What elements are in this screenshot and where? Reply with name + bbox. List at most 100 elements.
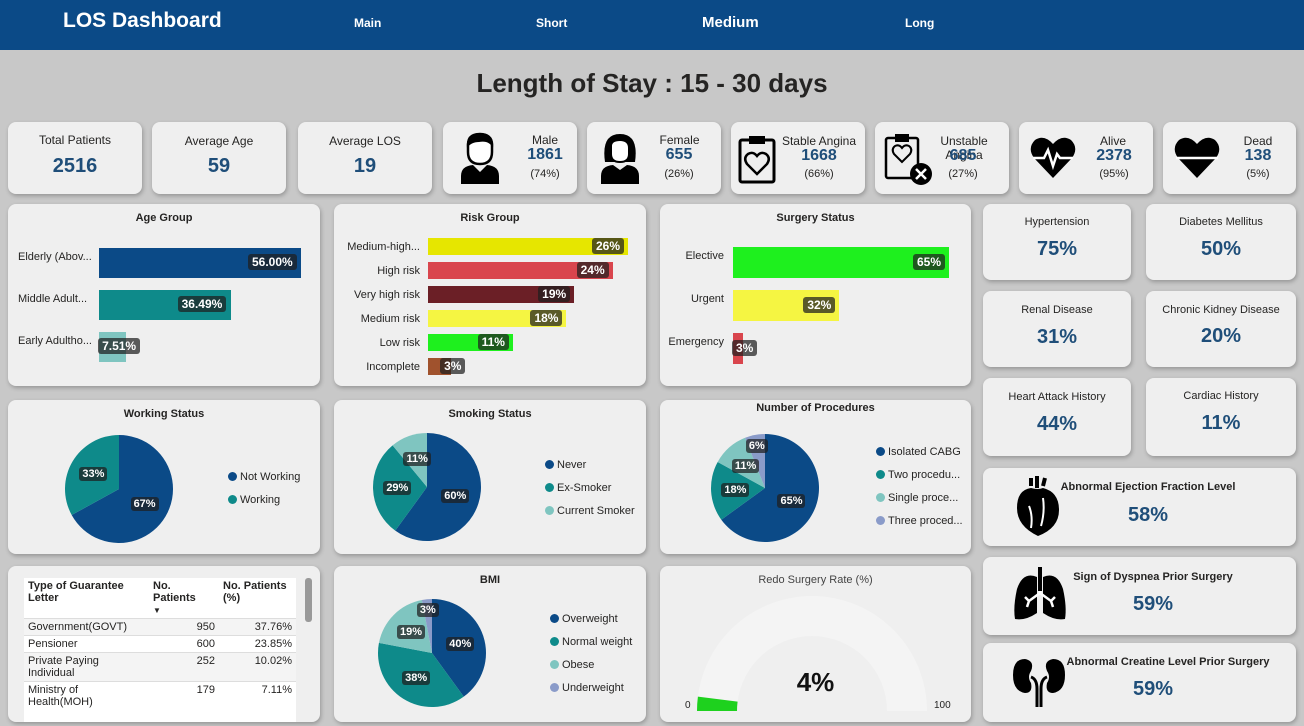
- cardiac-history-card: Cardiac History 11%: [1146, 378, 1296, 456]
- guarantee-letter-table: Type of Guarantee Letter No. Patients ▼ N…: [8, 566, 320, 722]
- data-label: 3%: [731, 340, 758, 356]
- column-header[interactable]: No. Patients (%): [219, 578, 296, 619]
- bar-category-label: Very high risk: [353, 289, 420, 301]
- legend-dot: [876, 516, 885, 525]
- data-label: 60%: [441, 489, 470, 504]
- kpi-percent: (26%): [664, 168, 694, 180]
- kpi-label: Stable Angina: [781, 134, 857, 148]
- table-row[interactable]: Private Paying Individual 252 10.02%: [24, 652, 296, 682]
- kpi-label: Male: [531, 133, 558, 147]
- kpi-unstable-angina: Unstable Angina 685 (27%): [875, 122, 1009, 194]
- tab-main[interactable]: Main: [354, 16, 381, 30]
- kpi-label: Average Age: [184, 134, 254, 148]
- data-label: 19%: [538, 286, 571, 302]
- sort-desc-icon[interactable]: ▼: [153, 606, 161, 615]
- legend-dot: [545, 460, 554, 469]
- data-label: 6%: [745, 438, 768, 453]
- kpi-average-age: Average Age 59: [152, 122, 286, 194]
- card-value: 59%: [1132, 678, 1174, 700]
- legend-dot: [228, 495, 237, 504]
- bar-category-label: Low risk: [379, 337, 420, 349]
- table-cell: Pensioner: [28, 638, 78, 650]
- table-container: Type of Guarantee Letter No. Patients ▼ N…: [24, 578, 296, 722]
- renal-disease-card: Renal Disease 31%: [983, 291, 1131, 367]
- legend-dot: [550, 683, 559, 692]
- card-value: 20%: [1200, 325, 1242, 347]
- card-label: Heart Attack History: [1008, 391, 1106, 403]
- risk-group-chart: Risk Group Medium-high... 26% High risk 24%…: [334, 204, 646, 386]
- card-label: Sign of Dyspnea Prior Surgery: [1073, 571, 1233, 583]
- kpi-alive: Alive 2378 (95%): [1019, 122, 1153, 194]
- legend-item: Three proced...: [876, 515, 963, 527]
- table-row[interactable]: Government(GOVT) 950 37.76%: [24, 618, 296, 636]
- data-label: 11%: [477, 334, 509, 350]
- legend-dot: [545, 506, 554, 515]
- legend-dot: [228, 472, 237, 481]
- legend-item: Isolated CABG: [876, 446, 961, 458]
- ejection-fraction-card: Abnormal Ejection Fraction Level 58%: [983, 468, 1296, 546]
- bar-category-label: Emergency: [668, 336, 724, 348]
- bar-category-label: Early Adultho...: [18, 335, 92, 347]
- pie-svg: [373, 433, 481, 541]
- working-status-chart: Working Status 67% Not Working 33% Working: [8, 400, 320, 554]
- data-label: 19%: [396, 624, 426, 639]
- legend-label: Not Working: [240, 471, 301, 483]
- table-row[interactable]: Ministry of Health(MOH) 179 7.11%: [24, 681, 296, 710]
- tab-medium[interactable]: Medium: [702, 14, 759, 31]
- column-header-label: No. Patients: [153, 580, 196, 604]
- tab-long[interactable]: Long: [905, 16, 934, 30]
- kpi-value: 655: [665, 146, 693, 163]
- bar-category-label: Middle Adult...: [18, 293, 88, 305]
- gauge-min-label: 0: [685, 700, 691, 711]
- kpi-percent: (95%): [1099, 168, 1129, 180]
- table-cell: 37.76%: [254, 621, 292, 633]
- kpi-value: 59: [207, 155, 231, 177]
- card-value: 75%: [1036, 238, 1078, 260]
- legend-item: Overweight: [550, 613, 618, 625]
- bar-category-label: Elderly (Abov...: [18, 251, 92, 263]
- legend-dot: [550, 637, 559, 646]
- redo-surgery-gauge: Redo Surgery Rate (%) 4% 0 100: [660, 566, 971, 722]
- card-value: 50%: [1200, 238, 1242, 260]
- data-label: 38%: [402, 671, 431, 686]
- chart-title: Surgery Status: [776, 212, 855, 224]
- page-title: Length of Stay : 15 - 30 days: [476, 68, 828, 98]
- kpi-value: 685: [949, 147, 977, 164]
- table-cell: Government(GOVT): [28, 621, 128, 633]
- gauge-value: 4%: [796, 667, 835, 697]
- bar-category-label: High risk: [377, 265, 420, 277]
- kpi-value: 1668: [801, 147, 837, 164]
- creatine-card: Abnormal Creatine Level Prior Surgery 59…: [983, 643, 1296, 722]
- chart-title: Risk Group: [460, 212, 520, 224]
- diabetes-card: Diabetes Mellitus 50%: [1146, 204, 1296, 280]
- kpi-value: 2378: [1096, 147, 1132, 164]
- data-label: 40%: [446, 636, 475, 651]
- kpi-label: Dead: [1243, 134, 1273, 148]
- legend-item: Obese: [550, 659, 594, 671]
- procedures-chart: Number of Procedures 65% Isolated CABG 18%…: [660, 400, 971, 554]
- data-label: 36.49%: [177, 296, 227, 312]
- table-scrollbar[interactable]: [305, 578, 312, 622]
- gauge-svg: [697, 596, 927, 711]
- legend-dot: [876, 493, 885, 502]
- column-header[interactable]: No. Patients ▼: [149, 578, 219, 619]
- data-label: 3%: [416, 602, 439, 617]
- chart-title: Age Group: [135, 212, 193, 224]
- card-value: 11%: [1201, 412, 1241, 434]
- age-group-chart: Age Group Elderly (Abov... 56.00% Middle A…: [8, 204, 320, 386]
- legend-label: Overweight: [562, 613, 618, 625]
- kpi-average-los: Average LOS 19: [298, 122, 432, 194]
- data-label: 18%: [721, 482, 750, 497]
- legend-dot: [545, 483, 554, 492]
- column-header[interactable]: Type of Guarantee Letter: [24, 578, 149, 619]
- legend-label: Normal weight: [562, 636, 633, 648]
- heartbeat-icon: [1029, 136, 1077, 180]
- data-label: 65%: [913, 254, 946, 270]
- table-row[interactable]: Pensioner 600 23.85%: [24, 635, 296, 653]
- female-icon: [599, 132, 641, 184]
- legend-label: Single proce...: [888, 492, 959, 504]
- kpi-value: 1861: [527, 146, 563, 163]
- data-table: Type of Guarantee Letter No. Patients ▼ N…: [24, 578, 296, 710]
- tab-short[interactable]: Short: [536, 16, 567, 30]
- dyspnea-card: Sign of Dyspnea Prior Surgery 59%: [983, 557, 1296, 635]
